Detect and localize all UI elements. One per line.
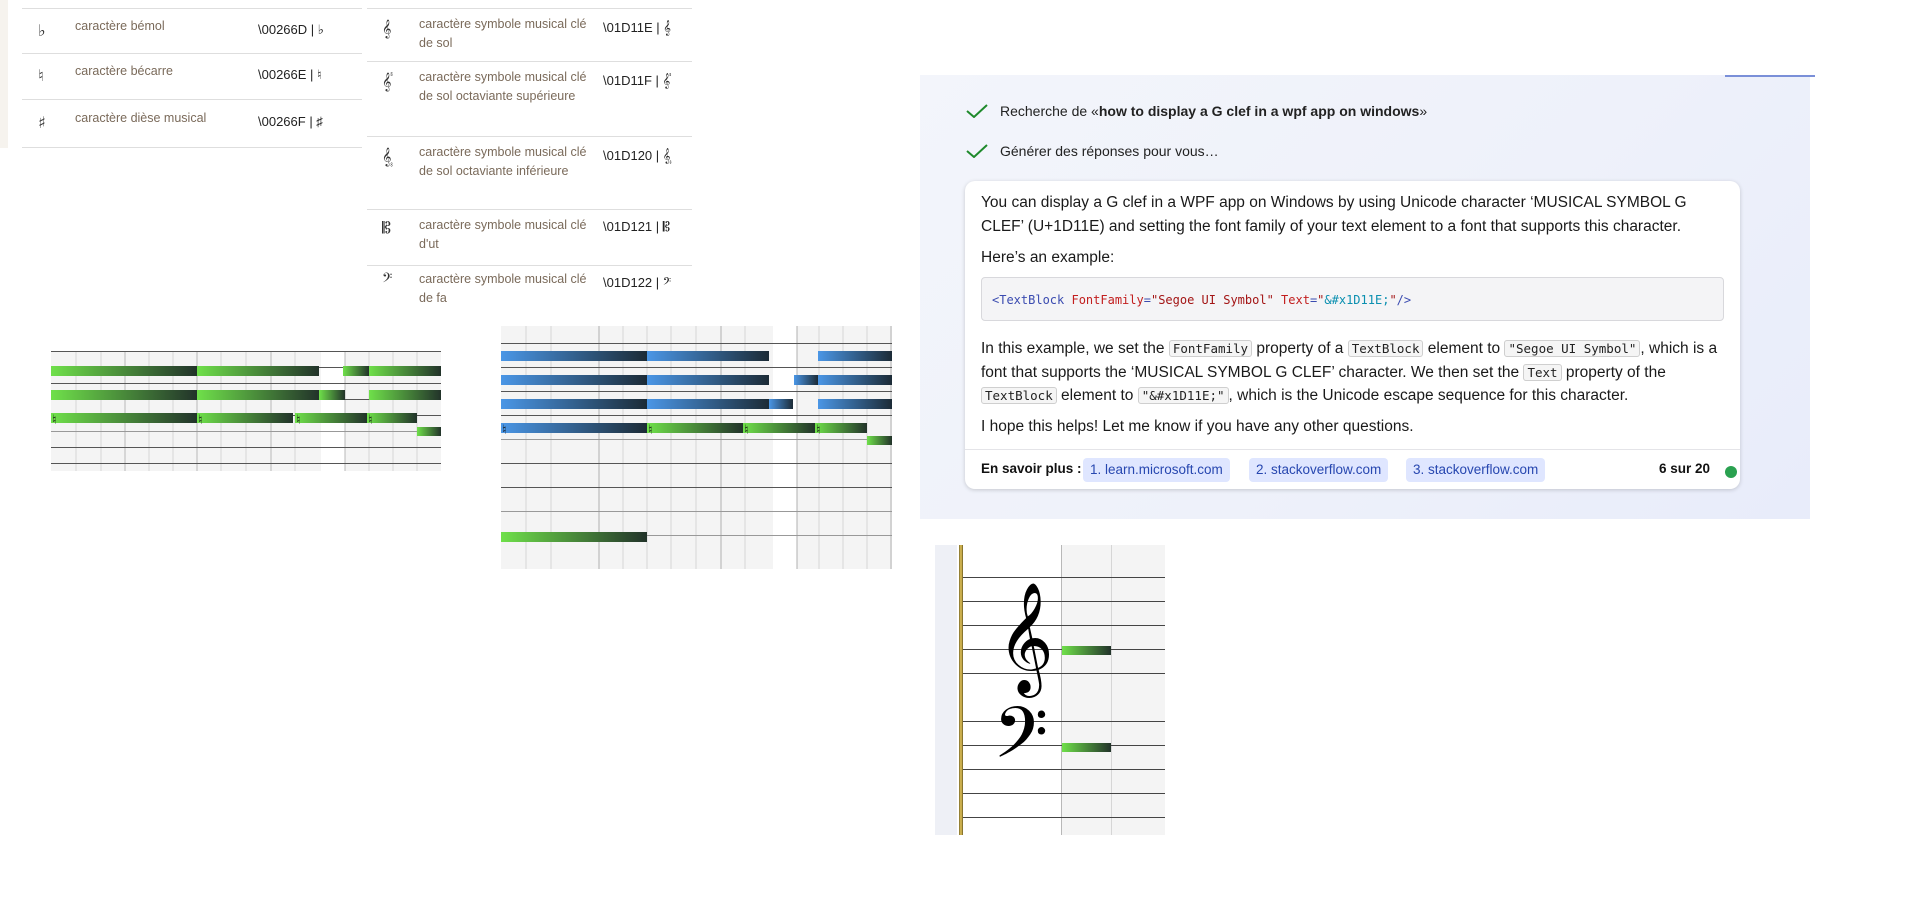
- inline-code: "Segoe UI Symbol": [1504, 340, 1641, 357]
- text-run: property of a: [1252, 340, 1348, 357]
- check-icon: [966, 144, 988, 158]
- natural-mark: ♮: [648, 423, 653, 438]
- char-name: caractère symbole musical clé d'ut: [419, 218, 587, 251]
- inline-code: Text: [1523, 363, 1562, 381]
- text-run: element to: [1423, 340, 1505, 357]
- answer-paragraph: In this example, we set the FontFamily p…: [981, 337, 1726, 408]
- char-name: caractère symbole musical clé de sol oct…: [419, 70, 587, 103]
- search-step-suffix: »: [1419, 103, 1428, 119]
- char-code: \00266E | ♮: [258, 67, 322, 82]
- natural-mark: ♮: [816, 423, 821, 438]
- table-row: ♯ caractère dièse musical \00266F | ♯: [22, 100, 362, 148]
- table-row: 𝄞 caractère symbole musical clé de sol \…: [367, 8, 692, 62]
- card-divider: [965, 449, 1740, 450]
- c-clef-glyph: 𝄡: [382, 218, 391, 237]
- source-link-2[interactable]: 2. stackoverflow.com: [1249, 458, 1389, 482]
- char-name: caractère bémol: [75, 19, 165, 33]
- table-row: ♭ caractère bémol \00266D | ♭: [22, 8, 362, 54]
- code-token: "Segoe UI Symbol": [1150, 293, 1274, 307]
- table-left-edge: [0, 0, 8, 148]
- text-run: element to: [1056, 387, 1138, 404]
- f-clef-icon: 𝄢: [993, 692, 1048, 792]
- check-icon: [966, 104, 988, 118]
- answer-card: You can display a G clef in a WPF app on…: [965, 181, 1740, 489]
- table-row: 𝄡 caractère symbole musical clé d'ut \01…: [367, 210, 692, 266]
- table-row: 𝄠 caractère symbole musical clé de sol o…: [367, 137, 692, 210]
- source-link-1[interactable]: 1. learn.microsoft.com: [1083, 458, 1230, 482]
- search-step-prefix: Recherche de «: [1000, 103, 1099, 119]
- table-row: 𝄢 caractère symbole musical clé de fa \0…: [367, 266, 692, 310]
- char-name: caractère symbole musical clé de fa: [419, 272, 587, 305]
- char-name: caractère bécarre: [75, 64, 173, 78]
- response-counter: 6 sur 20: [1659, 461, 1711, 476]
- answer-paragraph: I hope this helps! Let me know if you ha…: [981, 418, 1414, 435]
- natural-mark: ♮: [368, 413, 373, 428]
- inline-code: FontFamily: [1168, 340, 1253, 357]
- answer-paragraph: Here’s an example:: [981, 249, 1115, 266]
- code-block[interactable]: <TextBlock FontFamily="Segoe UI Symbol" …: [981, 277, 1724, 321]
- char-code: \01D120 | 𝄠: [603, 148, 672, 163]
- g-clef-icon: 𝄞: [997, 581, 1054, 698]
- text-run: property of the: [1561, 363, 1666, 381]
- inline-code: TextBlock: [1347, 340, 1424, 357]
- learn-more-label: En savoir plus :: [981, 461, 1082, 476]
- code-token: FontFamily: [1071, 293, 1144, 307]
- f-clef-glyph: 𝄢: [382, 270, 393, 289]
- clef-staff: 𝄞 𝄢: [935, 545, 1165, 835]
- natural-mark: ♮: [296, 413, 301, 428]
- generate-step: Générer des réponses pour vous…: [966, 143, 1219, 159]
- char-name: caractère dièse musical: [75, 111, 207, 125]
- code-token: =: [1143, 293, 1151, 307]
- piano-roll-green-canvas: ♮ ♮ ♮ ♮: [51, 351, 441, 471]
- status-dot-icon: [1725, 466, 1737, 478]
- char-name: caractère symbole musical clé de sol: [419, 17, 587, 50]
- char-code: \01D11F | 𝄟: [603, 73, 672, 88]
- code-token: <TextBlock: [992, 293, 1065, 307]
- piano-roll-green: ♮ ♮ ♮ ♮: [51, 351, 441, 471]
- natural-mark: ♮: [198, 413, 203, 428]
- clef-staff-canvas: 𝄞 𝄢: [935, 545, 1165, 835]
- answer-paragraph: You can display a G clef in a WPF app on…: [981, 194, 1687, 235]
- text-run: In this example, we set the: [981, 340, 1169, 357]
- char-code: \01D11E | 𝄞: [603, 20, 671, 35]
- natural-glyph: ♮: [38, 66, 44, 85]
- char-code: \01D121 | 𝄡: [603, 219, 671, 234]
- generate-step-label: Générer des réponses pour vous…: [1000, 143, 1219, 159]
- piano-roll-blue-canvas: ♮ ♮ ♮ ♮: [501, 326, 892, 569]
- chat-answer-panel: Recherche de «how to display a G clef in…: [920, 75, 1815, 519]
- table-row: ♮ caractère bécarre \00266E | ♮: [22, 54, 362, 100]
- code-token: />: [1396, 293, 1412, 307]
- piano-roll-blue: ♮ ♮ ♮ ♮: [501, 326, 892, 569]
- search-query: how to display a G clef in a wpf app on …: [1098, 103, 1420, 119]
- char-code: \00266D | ♭: [258, 22, 324, 37]
- natural-mark: ♮: [744, 423, 749, 438]
- sharp-glyph: ♯: [38, 113, 46, 132]
- char-code: \00266F | ♯: [258, 114, 323, 129]
- source-link-3[interactable]: 3. stackoverflow.com: [1406, 458, 1546, 482]
- panel-top-accent: [1725, 75, 1815, 77]
- search-step: Recherche de «how to display a G clef in…: [966, 103, 1427, 119]
- g-clef-glyph: 𝄞: [382, 19, 392, 38]
- char-code: \01D122 | 𝄢: [603, 275, 672, 290]
- char-name: caractère symbole musical clé de sol oct…: [419, 145, 587, 178]
- inline-code: "&#x1D11E;": [1137, 387, 1229, 404]
- g-clef-ottava-alta-glyph: 𝄟: [382, 72, 394, 91]
- table-row: 𝄟 caractère symbole musical clé de sol o…: [367, 62, 692, 137]
- inline-code: TextBlock: [981, 387, 1057, 404]
- code-token: &#x1D11E;: [1324, 293, 1390, 307]
- flat-glyph: ♭: [38, 21, 46, 40]
- code-token: ": [1389, 293, 1397, 307]
- natural-mark: ♮: [52, 413, 57, 428]
- g-clef-ottava-bassa-glyph: 𝄠: [382, 147, 394, 166]
- text-run: , which is the Unicode escape sequence f…: [1228, 387, 1629, 404]
- code-token: Text: [1281, 293, 1310, 307]
- natural-mark: ♮: [502, 423, 507, 438]
